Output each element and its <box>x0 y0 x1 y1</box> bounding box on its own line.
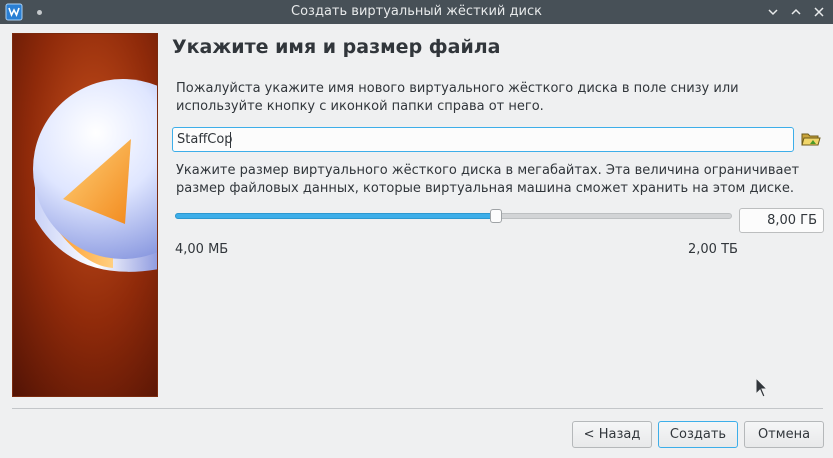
size-min-label: 4,00 МБ <box>175 242 229 257</box>
text-caret <box>230 132 231 148</box>
wizard-side-image <box>12 33 158 397</box>
size-description: Укажите размер виртуального жёсткого дис… <box>176 163 800 196</box>
close-icon[interactable] <box>810 3 828 21</box>
maximize-icon[interactable] <box>787 3 805 21</box>
size-value-field[interactable]: 8,00 ГБ <box>739 208 824 233</box>
create-button[interactable]: Создать <box>658 421 738 448</box>
name-description: Пожалуйста укажите имя нового виртуально… <box>176 81 739 114</box>
size-max-label: 2,00 ТБ <box>688 242 738 257</box>
button-divider <box>12 408 823 409</box>
window-titlebar: Создать виртуальный жёсткий диск <box>0 0 833 24</box>
virtual-disk-illustration <box>13 34 157 396</box>
folder-open-icon[interactable] <box>800 128 822 150</box>
file-name-input[interactable] <box>172 127 794 152</box>
page-title: Укажите имя и размер файла <box>172 36 501 58</box>
slider-fill <box>175 213 496 219</box>
size-slider[interactable] <box>175 209 732 223</box>
window-title: Создать виртуальный жёсткий диск <box>291 4 542 19</box>
back-button[interactable]: < Назад <box>572 421 652 448</box>
cancel-button[interactable]: Отмена <box>744 421 824 448</box>
minimize-icon[interactable] <box>764 3 782 21</box>
slider-handle[interactable] <box>490 209 502 223</box>
mouse-pointer-icon <box>755 377 769 398</box>
